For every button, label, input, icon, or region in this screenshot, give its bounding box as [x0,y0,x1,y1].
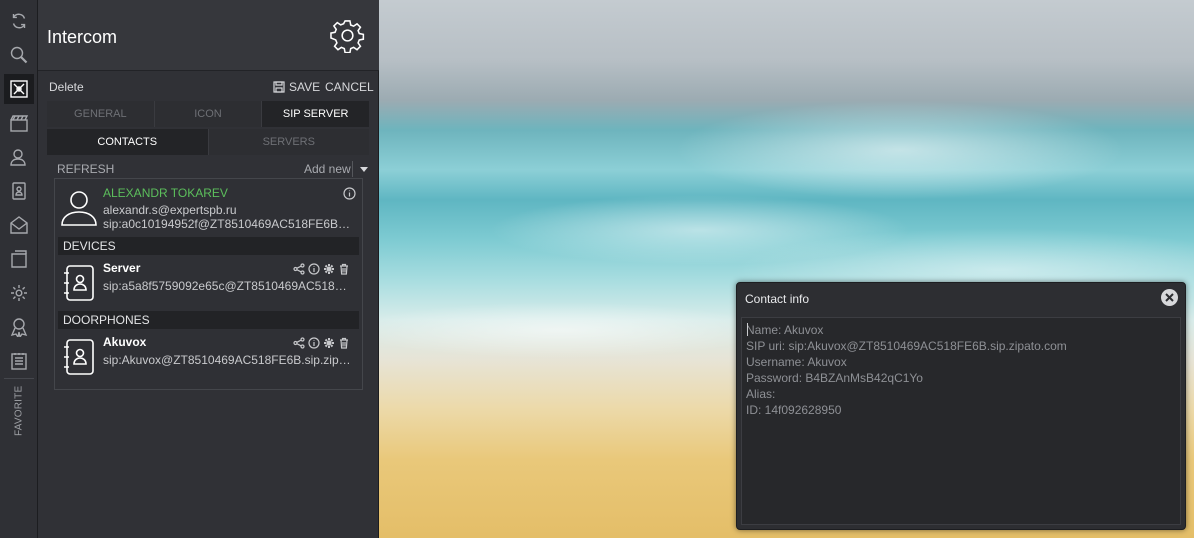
contact-info-textarea[interactable]: Name: Akuvox SIP uri: sip:Akuvox@ZT85104… [741,317,1181,525]
info-name: Name: Akuvox [746,323,824,337]
doorphone-name: Akuvox [103,335,147,349]
notes-icon[interactable] [4,346,34,376]
media-icon[interactable] [4,108,34,138]
contact-email: alexandr.s@expertspb.ru [103,203,237,217]
mail-icon[interactable] [4,210,34,240]
list-item[interactable]: Server sip:a5a8f5759092e65c@ZT8510469AC5… [55,257,362,309]
award-icon[interactable] [4,312,34,342]
trash-icon[interactable] [338,263,350,275]
gear-icon[interactable] [323,263,335,275]
info-password: Password: B4BZAnMsB42qC1Yo [746,371,923,385]
add-new-button[interactable]: Add new [304,162,351,176]
sub-tabs: CONTACTS SERVERS [47,129,369,155]
doorphones-header: DOORPHONES [58,311,359,329]
info-alias: Alias: [746,387,776,401]
contact-name: ALEXANDR TOKAREV [103,186,228,200]
user-icon [59,187,99,227]
intercom-panel: Intercom Delete SAVE CANCEL GENERAL ICON… [38,0,379,538]
gear-icon[interactable] [330,18,365,54]
list-actions: REFRESH Add new [57,161,369,177]
refresh-button[interactable]: REFRESH [57,162,114,176]
folder-icon[interactable] [4,244,34,274]
settings-icon[interactable] [4,278,34,308]
floppy-icon [273,81,285,93]
contacts-list: ALEXANDR TOKAREV alexandr.s@expertspb.ru… [54,178,363,390]
dashboard-icon[interactable] [4,74,34,104]
page-title: Intercom [47,27,118,47]
contacts-icon[interactable] [4,176,34,206]
close-icon[interactable] [1161,289,1178,306]
share-icon[interactable] [293,337,305,349]
favorite-label[interactable]: FAVORITE [7,386,31,436]
tab-servers[interactable]: SERVERS [208,129,369,155]
list-item[interactable]: ALEXANDR TOKAREV alexandr.s@expertspb.ru… [55,183,362,235]
contact-sip: sip:a0c10194952f@ZT8510469AC518FE6B.sip.… [103,217,351,231]
tab-general[interactable]: GENERAL [47,101,155,127]
trash-icon[interactable] [338,337,350,349]
users-icon[interactable] [4,142,34,172]
info-icon[interactable] [308,263,320,275]
address-book-icon [59,337,99,377]
panel-header: Intercom [38,0,379,71]
text-cursor [747,323,748,336]
top-tabs: GENERAL ICON SIP SERVER [47,101,370,127]
address-book-icon [59,263,99,303]
chevron-down-icon[interactable] [352,161,368,177]
tab-contacts[interactable]: CONTACTS [47,129,209,155]
dialog-title: Contact info [745,292,810,306]
doorphone-actions [293,337,350,349]
delete-button[interactable]: Delete [49,80,84,94]
save-button[interactable]: SAVE [273,80,320,94]
gear-icon[interactable] [323,337,335,349]
search-icon[interactable] [4,40,34,70]
share-icon[interactable] [293,263,305,275]
device-actions [293,263,350,275]
cancel-button[interactable]: CANCEL [325,80,374,94]
contact-info-dialog: Contact info Name: Akuvox SIP uri: sip:A… [736,282,1186,530]
devices-header: DEVICES [58,237,359,255]
device-sip: sip:a5a8f5759092e65c@ZT8510469AC518FE6B.… [103,279,351,293]
toolbar: Delete SAVE CANCEL [38,78,379,96]
info-username: Username: Akuvox [746,355,847,369]
info-icon[interactable] [343,187,356,200]
device-name: Server [103,261,141,275]
refresh-icon[interactable] [4,6,34,36]
info-sip-uri: SIP uri: sip:Akuvox@ZT8510469AC518FE6B.s… [746,339,1067,353]
info-icon[interactable] [308,337,320,349]
info-id: ID: 14f092628950 [746,403,842,417]
left-rail: FAVORITE [0,0,38,538]
save-label: SAVE [289,80,321,94]
tab-sip-server[interactable]: SIP SERVER [262,101,370,127]
tab-icon[interactable]: ICON [154,101,263,127]
list-item[interactable]: Akuvox sip:Akuvox@ZT8510469AC518FE6B.sip… [55,331,362,383]
doorphone-sip: sip:Akuvox@ZT8510469AC518FE6B.sip.zipato… [103,353,351,367]
